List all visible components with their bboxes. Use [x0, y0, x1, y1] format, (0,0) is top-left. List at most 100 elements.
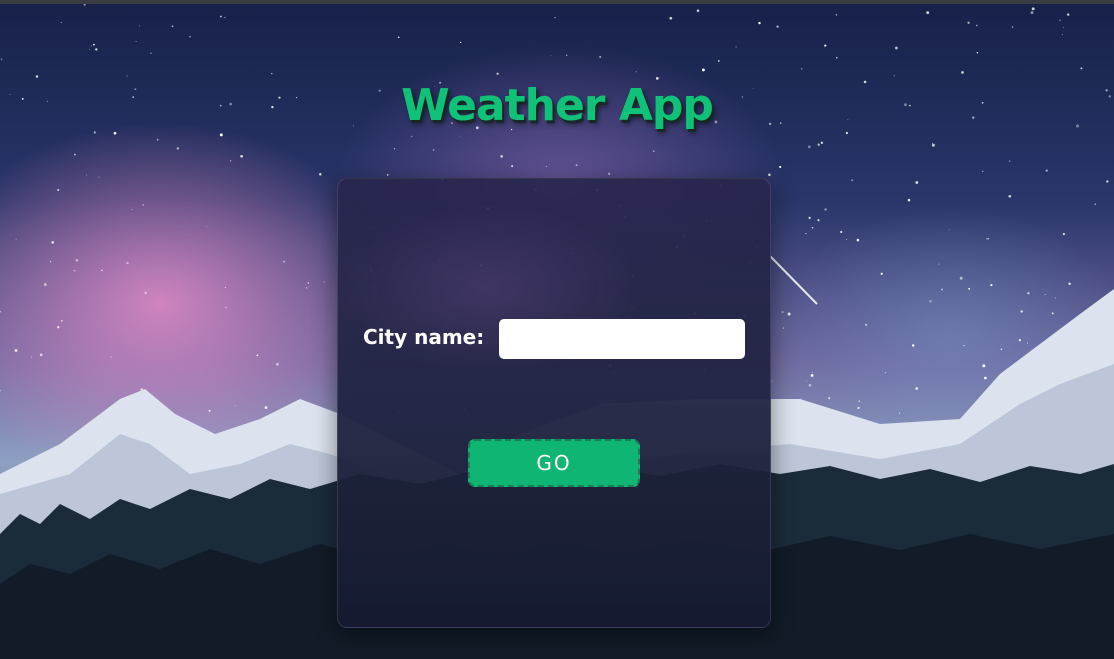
star: [1008, 160, 1011, 162]
star: [911, 344, 915, 347]
star: [828, 397, 831, 400]
star: [805, 232, 807, 235]
star: [1094, 203, 1097, 205]
star: [0, 310, 2, 313]
star: [735, 46, 737, 48]
star: [776, 25, 779, 28]
star: [968, 287, 971, 290]
star: [575, 164, 578, 167]
star: [86, 174, 88, 176]
city-name-label: City name:: [363, 325, 485, 349]
star: [851, 179, 853, 181]
star: [240, 154, 243, 158]
star: [14, 349, 18, 352]
star: [271, 72, 273, 75]
shooting-star: [769, 255, 818, 305]
star: [386, 173, 389, 176]
city-name-input[interactable]: [499, 319, 745, 359]
star: [701, 68, 705, 72]
star: [305, 286, 308, 289]
star: [30, 356, 33, 358]
star: [276, 362, 279, 366]
star: [101, 269, 103, 272]
star: [608, 172, 611, 175]
star: [959, 276, 963, 280]
star: [496, 72, 499, 75]
star: [95, 48, 98, 51]
star: [1027, 342, 1029, 344]
star: [967, 21, 970, 24]
star: [73, 153, 76, 156]
star: [865, 324, 867, 326]
star: [1008, 194, 1012, 198]
star: [511, 165, 514, 168]
star: [1106, 180, 1109, 183]
star: [566, 54, 568, 56]
star: [1030, 11, 1034, 14]
star: [0, 389, 1, 392]
star: [963, 344, 965, 347]
star: [811, 372, 813, 374]
star: [915, 387, 919, 390]
star: [1051, 312, 1054, 315]
star: [43, 283, 47, 287]
star: [135, 41, 137, 42]
star: [846, 239, 848, 240]
star: [554, 17, 556, 19]
star: [717, 59, 720, 62]
star: [113, 131, 117, 135]
star: [1020, 310, 1023, 313]
star: [131, 209, 133, 210]
star: [669, 16, 673, 20]
star: [787, 312, 791, 316]
search-panel: City name: GO: [337, 178, 771, 628]
star: [1018, 339, 1022, 342]
star: [1059, 19, 1061, 21]
star: [224, 17, 226, 19]
star: [1062, 233, 1065, 236]
star: [817, 219, 820, 222]
star: [35, 75, 39, 78]
star: [801, 68, 803, 70]
star: [807, 145, 811, 149]
star: [990, 283, 993, 287]
star: [779, 165, 782, 169]
star: [1011, 26, 1014, 28]
star: [1031, 7, 1035, 11]
star: [88, 49, 90, 50]
star: [653, 150, 655, 152]
star: [940, 288, 944, 291]
star: [836, 57, 838, 59]
star: [410, 135, 413, 138]
star: [1000, 348, 1003, 351]
star: [500, 155, 503, 158]
star: [782, 327, 785, 329]
star: [51, 241, 54, 244]
star: [234, 405, 236, 407]
star: [156, 138, 159, 141]
star: [1068, 282, 1071, 286]
star: [256, 354, 259, 357]
star: [323, 281, 325, 283]
star: [880, 272, 883, 275]
star: [984, 376, 987, 380]
star: [224, 286, 226, 289]
star: [982, 364, 986, 368]
star: [98, 176, 100, 178]
star: [808, 216, 811, 219]
star: [83, 4, 86, 6]
star: [938, 263, 940, 265]
star: [171, 25, 174, 28]
star: [110, 356, 112, 358]
star: [73, 269, 76, 272]
star: [39, 353, 43, 357]
star: [307, 282, 309, 284]
star: [15, 238, 17, 240]
star: [857, 406, 860, 410]
star: [225, 306, 227, 309]
star: [90, 45, 92, 47]
star: [545, 166, 547, 168]
go-button[interactable]: GO: [468, 439, 640, 487]
star: [1066, 13, 1070, 16]
star: [824, 208, 827, 211]
